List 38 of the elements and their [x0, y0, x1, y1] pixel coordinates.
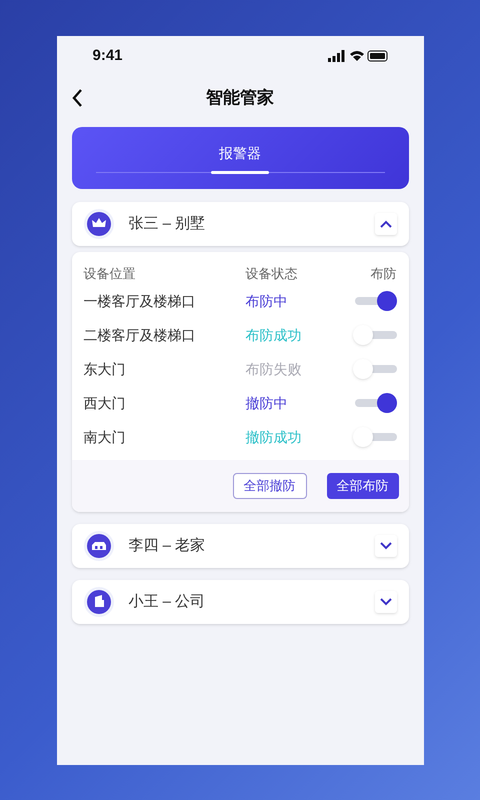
column-header: 设备状态	[246, 265, 298, 284]
device-location: 一楼客厅及楼梯口	[84, 292, 196, 310]
status-time: 9:41	[92, 46, 123, 66]
page-title: 智能管家	[206, 87, 274, 110]
column-header: 布防	[370, 265, 396, 284]
toggle-switch[interactable]	[352, 290, 396, 312]
status-icons	[328, 50, 388, 62]
site-header[interactable]: 张三 – 别墅	[72, 202, 408, 246]
site-name: 李四 – 老家	[128, 536, 206, 556]
toggle-switch[interactable]	[352, 358, 396, 380]
device-status: 布防中	[246, 292, 288, 310]
crown-icon	[86, 212, 110, 236]
column-header: 设备位置	[84, 265, 136, 284]
device-location: 西大门	[84, 394, 126, 412]
site-name: 张三 – 别墅	[128, 214, 206, 234]
building-icon	[86, 590, 110, 614]
device-location: 东大门	[84, 360, 126, 378]
chevron-down-icon[interactable]	[380, 542, 392, 550]
device-location: 二楼客厅及楼梯口	[84, 326, 196, 344]
tab-indicator	[211, 171, 269, 174]
site-header[interactable]: 李四 – 老家	[72, 524, 408, 568]
device-status: 撤防成功	[246, 428, 302, 446]
chevron-down-icon[interactable]	[380, 598, 392, 606]
toggle-switch[interactable]	[352, 392, 396, 414]
house-icon	[86, 534, 110, 558]
site-name: 小王 – 公司	[128, 592, 206, 612]
device-location: 南大门	[84, 428, 126, 446]
chevron-up-icon[interactable]	[380, 220, 392, 228]
arm-all-button[interactable]: 全部布防	[326, 473, 398, 499]
site-header[interactable]: 小王 – 公司	[72, 580, 408, 624]
device-status: 撤防中	[246, 394, 288, 412]
disarm-all-button[interactable]: 全部撤防	[232, 473, 306, 499]
device-status: 布防成功	[246, 326, 302, 344]
toggle-switch[interactable]	[352, 426, 396, 448]
tab[interactable]: 报警器	[219, 143, 261, 164]
device-status: 布防失败	[246, 360, 302, 378]
toggle-switch[interactable]	[352, 324, 396, 346]
back-icon[interactable]	[70, 88, 82, 108]
